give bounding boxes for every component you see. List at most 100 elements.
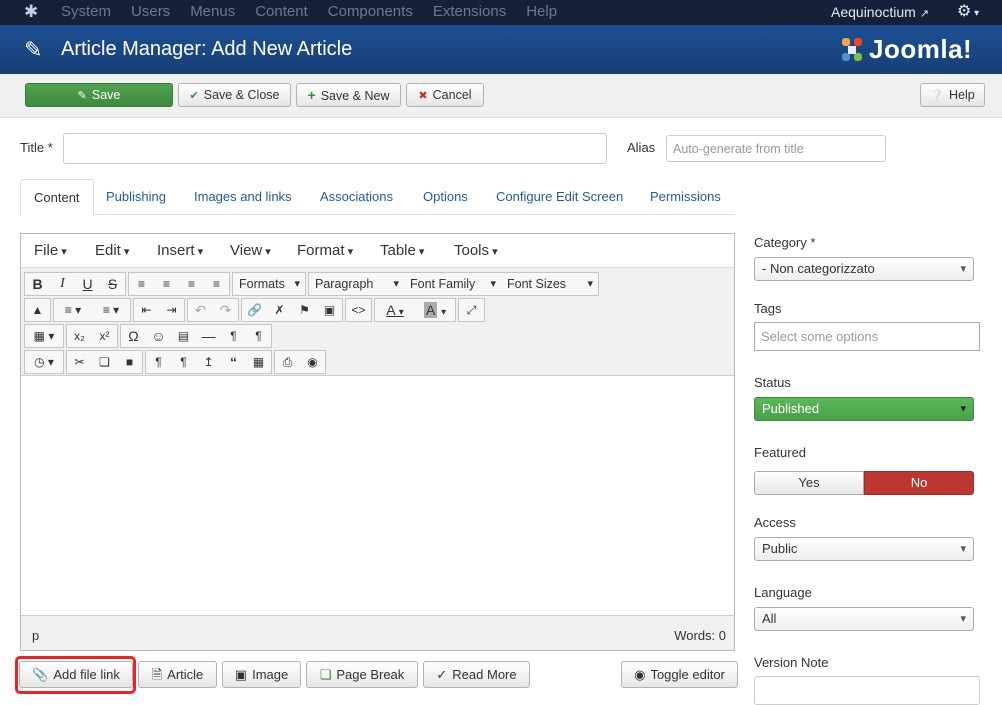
align-left-icon[interactable]: ≡ bbox=[129, 273, 154, 295]
align-center-icon[interactable]: ≡ bbox=[154, 273, 179, 295]
alias-label: Alias bbox=[627, 140, 656, 155]
category-select[interactable]: - Non categorizzato bbox=[754, 257, 974, 281]
menu-components[interactable]: Components bbox=[328, 0, 413, 25]
menu-system[interactable]: System bbox=[61, 0, 111, 25]
tab-images-links[interactable]: Images and links bbox=[181, 179, 305, 215]
article-tabs: Content Publishing Images and links Asso… bbox=[20, 179, 735, 216]
anchor-icon[interactable]: ⚑ bbox=[292, 299, 317, 321]
blockquote-icon[interactable]: “ bbox=[221, 351, 246, 373]
editor-menu-file[interactable]: File bbox=[34, 234, 67, 269]
paragraph-dropdown[interactable]: Paragraph bbox=[309, 273, 404, 295]
save-button[interactable]: ✎ Save bbox=[25, 83, 173, 107]
editor-menu-format[interactable]: Format bbox=[297, 234, 353, 269]
subscript-icon[interactable]: x₂ bbox=[67, 325, 92, 347]
indent-icon[interactable]: ⇥ bbox=[159, 299, 184, 321]
editor-content-area[interactable] bbox=[21, 376, 734, 615]
cancel-button[interactable]: ✖ Cancel bbox=[406, 83, 484, 107]
horizontal-rule-icon[interactable]: — bbox=[196, 325, 221, 347]
tab-publishing[interactable]: Publishing bbox=[93, 179, 179, 215]
menu-help[interactable]: Help bbox=[526, 0, 557, 25]
language-select[interactable]: All bbox=[754, 607, 974, 631]
link-icon[interactable]: 🔗 bbox=[242, 299, 267, 321]
joomla-menu-icon[interactable]: ✱ bbox=[24, 3, 42, 21]
visual-chars-icon[interactable]: ¶ bbox=[146, 351, 171, 373]
ltr-icon[interactable]: ¶ bbox=[221, 325, 246, 347]
image-button[interactable]: ▣ Image bbox=[222, 661, 301, 688]
pencil-icon: ✎ bbox=[24, 37, 43, 62]
image-icon[interactable]: ▣ bbox=[317, 299, 342, 321]
outdent-icon[interactable]: ⇤ bbox=[134, 299, 159, 321]
redo-icon[interactable]: ↷ bbox=[213, 299, 238, 321]
print-icon[interactable]: ⎙ bbox=[275, 351, 300, 373]
menu-menus[interactable]: Menus bbox=[190, 0, 235, 25]
template-icon[interactable]: ↥ bbox=[196, 351, 221, 373]
find-replace-icon[interactable]: ▲ bbox=[25, 299, 50, 321]
rich-text-editor: File Edit Insert View Format Table Tools… bbox=[20, 233, 735, 651]
tab-permissions[interactable]: Permissions bbox=[637, 179, 734, 215]
site-link[interactable]: Aequinoctium ↗ bbox=[831, 0, 929, 26]
insert-datetime-icon[interactable]: ◷ ▾ bbox=[25, 351, 63, 373]
numbered-list-icon[interactable]: ≡ ▾ bbox=[92, 299, 130, 321]
tab-options[interactable]: Options bbox=[410, 179, 481, 215]
align-right-icon[interactable]: ≡ bbox=[179, 273, 204, 295]
formats-dropdown[interactable]: Formats bbox=[233, 273, 305, 295]
status-select[interactable]: Published bbox=[754, 397, 974, 421]
unlink-icon[interactable]: ✗ bbox=[267, 299, 292, 321]
bold-icon[interactable]: B bbox=[25, 273, 50, 295]
element-path[interactable]: p bbox=[32, 628, 39, 643]
access-select[interactable]: Public bbox=[754, 537, 974, 561]
version-note-input[interactable] bbox=[754, 676, 980, 705]
menu-content[interactable]: Content bbox=[255, 0, 308, 25]
bullet-list-icon[interactable]: ≡ ▾ bbox=[54, 299, 92, 321]
check-icon: ✔ bbox=[189, 90, 199, 102]
code-icon[interactable]: <> bbox=[346, 299, 371, 321]
editor-menu-edit[interactable]: Edit bbox=[95, 234, 129, 269]
text-color-icon[interactable]: A ▾ bbox=[375, 299, 415, 321]
save-close-button[interactable]: ✔ Save & Close bbox=[178, 83, 291, 107]
fullscreen-icon[interactable]: ⤢ bbox=[459, 299, 484, 321]
title-input[interactable] bbox=[63, 133, 607, 164]
visual-aid-icon[interactable]: ▦ bbox=[246, 351, 271, 373]
rtl-icon[interactable]: ¶ bbox=[246, 325, 271, 347]
tags-input[interactable]: Select some options bbox=[754, 322, 980, 351]
toggle-editor-button[interactable]: ◉ Toggle editor bbox=[621, 661, 738, 688]
emoticons-icon[interactable]: ☺ bbox=[146, 325, 171, 347]
read-more-button[interactable]: ✓ Read More bbox=[423, 661, 530, 688]
alias-input[interactable]: Auto-generate from title bbox=[666, 135, 886, 162]
italic-icon[interactable]: I bbox=[50, 273, 75, 295]
font-family-dropdown[interactable]: Font Family bbox=[404, 273, 501, 295]
save-new-button[interactable]: + Save & New bbox=[296, 83, 401, 107]
undo-icon[interactable]: ↶ bbox=[188, 299, 213, 321]
help-button[interactable]: ❔ Help bbox=[920, 83, 985, 107]
gear-icon[interactable]: ⚙ ▾ bbox=[957, 0, 979, 26]
plus-icon: + bbox=[307, 87, 316, 103]
table-icon[interactable]: ▦ ▾ bbox=[25, 325, 63, 347]
tab-associations[interactable]: Associations bbox=[307, 179, 406, 215]
copy-icon[interactable]: ❏ bbox=[92, 351, 117, 373]
align-justify-icon[interactable]: ≡ bbox=[204, 273, 229, 295]
media-icon[interactable]: ▤ bbox=[171, 325, 196, 347]
featured-yes-button[interactable]: Yes bbox=[754, 471, 864, 495]
featured-no-button[interactable]: No bbox=[864, 471, 974, 495]
nonbreaking-icon[interactable]: ¶ bbox=[171, 351, 196, 373]
font-sizes-dropdown[interactable]: Font Sizes bbox=[501, 273, 598, 295]
editor-menu-insert[interactable]: Insert bbox=[157, 234, 203, 269]
editor-menu-table[interactable]: Table bbox=[380, 234, 424, 269]
site-name: Aequinoctium bbox=[831, 4, 916, 20]
editor-menu-tools[interactable]: Tools bbox=[454, 234, 498, 269]
strikethrough-icon[interactable]: S bbox=[100, 273, 125, 295]
menu-extensions[interactable]: Extensions bbox=[433, 0, 506, 25]
editor-menu-view[interactable]: View bbox=[230, 234, 271, 269]
article-button[interactable]: 🗎 Article bbox=[138, 661, 217, 688]
background-color-icon[interactable]: A ▾ bbox=[415, 299, 455, 321]
paste-icon[interactable]: ■ bbox=[117, 351, 142, 373]
tab-configure-edit-screen[interactable]: Configure Edit Screen bbox=[483, 179, 636, 215]
menu-users[interactable]: Users bbox=[131, 0, 170, 25]
special-character-icon[interactable]: Ω bbox=[121, 325, 146, 347]
preview-icon[interactable]: ◉ bbox=[300, 351, 325, 373]
cut-icon[interactable]: ✂ bbox=[67, 351, 92, 373]
page-break-button[interactable]: ❏ Page Break bbox=[306, 661, 418, 688]
underline-icon[interactable]: U bbox=[75, 273, 100, 295]
superscript-icon[interactable]: x² bbox=[92, 325, 117, 347]
tab-content[interactable]: Content bbox=[20, 179, 94, 216]
